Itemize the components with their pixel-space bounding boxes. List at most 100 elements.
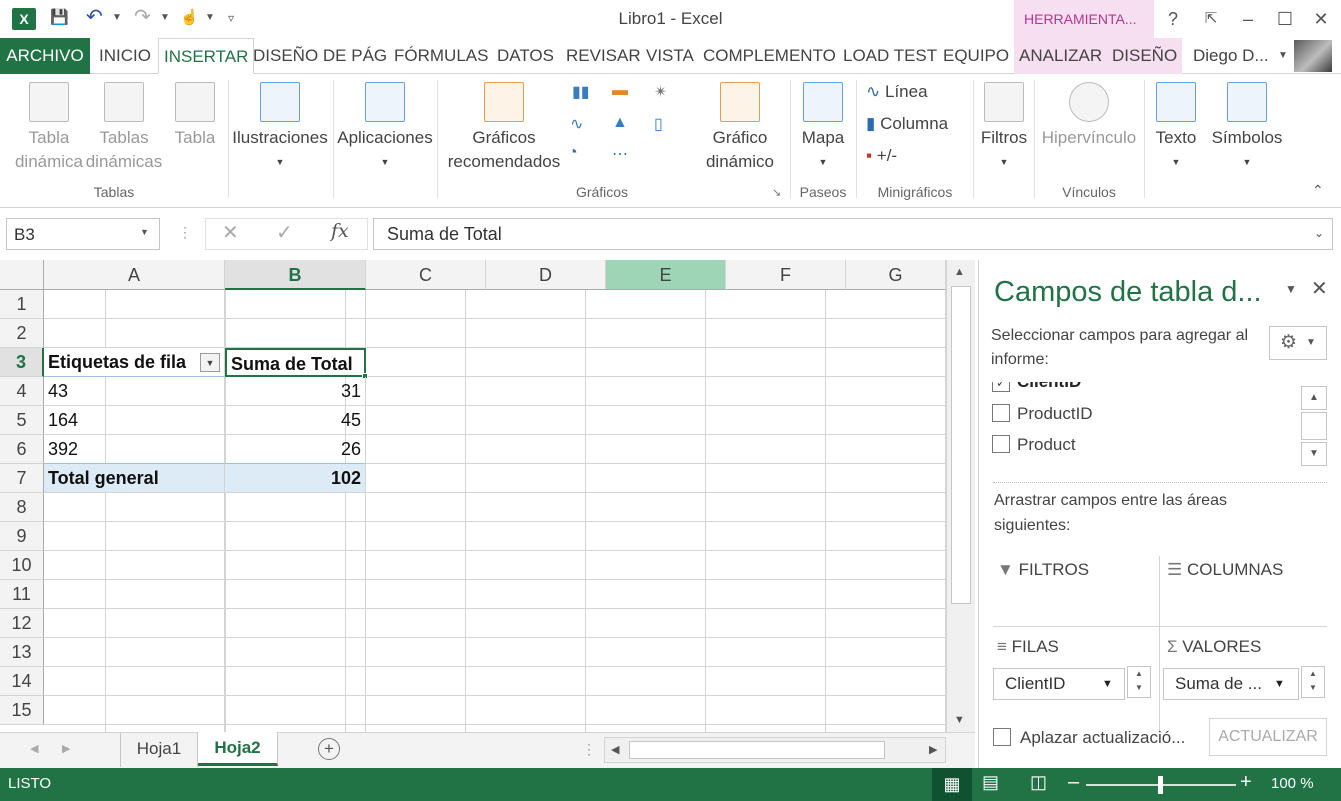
field-checkbox-clientid[interactable]: ✓: [992, 382, 1010, 392]
h-scroll-thumb[interactable]: [629, 741, 885, 759]
field-scroll-down-icon[interactable]: ▼: [1301, 442, 1327, 466]
name-box[interactable]: B3: [6, 218, 160, 250]
row-header[interactable]: 9: [0, 522, 44, 551]
avatar[interactable]: [1294, 40, 1332, 72]
illustrations-button[interactable]: Ilustraciones ▼: [230, 82, 330, 174]
radar-chart-icon[interactable]: ✴: [654, 82, 680, 104]
column-header-c[interactable]: C: [366, 260, 486, 290]
pane-close-icon[interactable]: ✕: [1311, 276, 1328, 301]
area-filas[interactable]: ≡ FILAS: [997, 637, 1059, 657]
tab-diseno[interactable]: DISEÑO: [1107, 38, 1183, 74]
name-box-dropdown-icon[interactable]: ▼: [140, 227, 149, 237]
cancel-icon[interactable]: ✕: [222, 220, 239, 245]
select-all-corner[interactable]: [0, 260, 44, 290]
tab-inicio[interactable]: INICIO: [94, 38, 156, 74]
tab-vista[interactable]: VISTA: [641, 38, 699, 74]
defer-update-checkbox[interactable]: [993, 728, 1011, 746]
pivot-filter-dropdown-icon[interactable]: ▼: [200, 353, 220, 372]
prev-sheet-icon[interactable]: ◀: [30, 742, 38, 755]
filas-stepper[interactable]: ▲ ▼: [1127, 666, 1151, 698]
pivot-grand-total-value[interactable]: 102: [225, 463, 366, 493]
row-header[interactable]: 14: [0, 667, 44, 696]
zoom-in-icon[interactable]: +: [1240, 771, 1252, 794]
column-header-d[interactable]: D: [486, 260, 606, 290]
tab-split-grip-icon[interactable]: ⋮: [582, 741, 596, 758]
page-layout-view-icon[interactable]: ▤: [982, 772, 999, 793]
enter-icon[interactable]: ✓: [276, 220, 293, 245]
row-header[interactable]: 3: [0, 348, 44, 377]
column-header-a[interactable]: A: [44, 260, 225, 290]
horizontal-scrollbar[interactable]: ◀ ▶: [604, 737, 946, 763]
vertical-scrollbar[interactable]: ▲ ▼: [946, 260, 975, 732]
sheet-tab-hoja2[interactable]: Hoja2: [198, 732, 278, 766]
zoom-out-icon[interactable]: –: [1068, 771, 1079, 794]
row-header[interactable]: 15: [0, 696, 44, 725]
area-filtros[interactable]: ▼ FILTROS: [997, 560, 1089, 580]
tab-analizar[interactable]: ANALIZAR: [1014, 38, 1108, 74]
update-button[interactable]: ACTUALIZAR: [1209, 718, 1327, 756]
text-button[interactable]: Texto ▼: [1148, 82, 1204, 174]
pivot-table-button[interactable]: Tabla dinámica: [4, 82, 94, 174]
area-columnas[interactable]: ☰ COLUMNAS: [1167, 560, 1283, 580]
map-button[interactable]: Mapa ▼: [793, 82, 853, 174]
scroll-thumb[interactable]: [951, 286, 971, 604]
ribbon-display-options-icon[interactable]: ⇱: [1196, 6, 1226, 32]
tools-button[interactable]: ⚙ ▼: [1269, 326, 1327, 360]
tab-insertar[interactable]: INSERTAR: [158, 38, 255, 74]
tab-load-test[interactable]: LOAD TEST: [838, 38, 942, 74]
tab-formulas[interactable]: FÓRMULAS: [389, 38, 493, 74]
hyperlink-button[interactable]: Hipervínculo: [1036, 82, 1142, 150]
maximize-icon[interactable]: ☐: [1270, 6, 1300, 32]
new-sheet-icon[interactable]: +: [318, 738, 340, 760]
scroll-right-icon[interactable]: ▶: [929, 743, 937, 756]
close-icon[interactable]: ✕: [1306, 6, 1336, 32]
area-valores[interactable]: Σ VALORES: [1167, 637, 1261, 657]
tab-equipo[interactable]: EQUIPO: [938, 38, 1014, 74]
tab-diseno-pagina[interactable]: DISEÑO DE PÁG: [248, 38, 392, 74]
field-list-scrollbar[interactable]: ▲ ▼: [1301, 386, 1327, 466]
tab-revisar[interactable]: REVISAR: [561, 38, 646, 74]
recommended-pivot-button[interactable]: Tablas dinámicas: [82, 82, 166, 174]
scroll-down-icon[interactable]: ▼: [954, 714, 965, 726]
sheet-tab-hoja1[interactable]: Hoja1: [120, 733, 198, 767]
formula-input[interactable]: Suma de Total: [373, 218, 1333, 250]
pivot-item-label[interactable]: 164: [44, 406, 225, 435]
minimize-icon[interactable]: –: [1233, 6, 1263, 32]
scroll-left-icon[interactable]: ◀: [611, 743, 619, 756]
page-break-view-icon[interactable]: ◫: [1030, 772, 1047, 793]
scroll-up-icon[interactable]: ▲: [954, 266, 965, 278]
zoom-slider[interactable]: [1086, 776, 1236, 794]
field-scroll-up-icon[interactable]: ▲: [1301, 386, 1327, 410]
pivot-item-value[interactable]: 26: [225, 435, 366, 464]
row-header[interactable]: 12: [0, 609, 44, 638]
pivot-item-label[interactable]: 43: [44, 377, 225, 406]
valores-stepper[interactable]: ▲ ▼: [1301, 666, 1325, 698]
tab-datos[interactable]: DATOS: [492, 38, 559, 74]
zoom-slider-thumb[interactable]: [1158, 776, 1163, 794]
pivot-item-value[interactable]: 31: [225, 377, 366, 406]
tab-complemento[interactable]: COMPLEMENTO: [698, 38, 841, 74]
next-sheet-icon[interactable]: ▶: [62, 742, 70, 755]
pane-options-dropdown-icon[interactable]: ▼: [1285, 282, 1297, 296]
recommended-charts-button[interactable]: Gráficos recomendados: [442, 82, 566, 174]
zoom-level[interactable]: 100 %: [1271, 775, 1314, 792]
pivot-item-value[interactable]: 45: [225, 406, 366, 435]
normal-view-icon[interactable]: ▦: [932, 768, 972, 801]
row-header[interactable]: 4: [0, 377, 44, 406]
row-header[interactable]: 13: [0, 638, 44, 667]
field-checkbox-productid[interactable]: [992, 404, 1010, 422]
sparkline-line-button[interactable]: ∿ Línea: [866, 82, 928, 102]
pie-chart-icon[interactable]: ◔: [568, 144, 594, 166]
pivot-chart-button[interactable]: Gráfico dinámico: [694, 82, 786, 174]
sparkline-winloss-button[interactable]: ▪ +/-: [866, 146, 897, 166]
tab-archivo[interactable]: ARCHIVO: [0, 38, 90, 74]
field-checkbox-product[interactable]: [992, 435, 1010, 453]
table-button[interactable]: Tabla: [168, 82, 222, 150]
pivot-item-label[interactable]: 392: [44, 435, 225, 464]
symbols-button[interactable]: Símbolos ▼: [1208, 82, 1286, 174]
row-header[interactable]: 5: [0, 406, 44, 435]
charts-dialog-launcher-icon[interactable]: ↘: [772, 186, 781, 199]
stock-chart-icon[interactable]: ▯: [654, 114, 680, 136]
row-header[interactable]: 6: [0, 435, 44, 464]
column-header-e[interactable]: E: [606, 260, 726, 290]
